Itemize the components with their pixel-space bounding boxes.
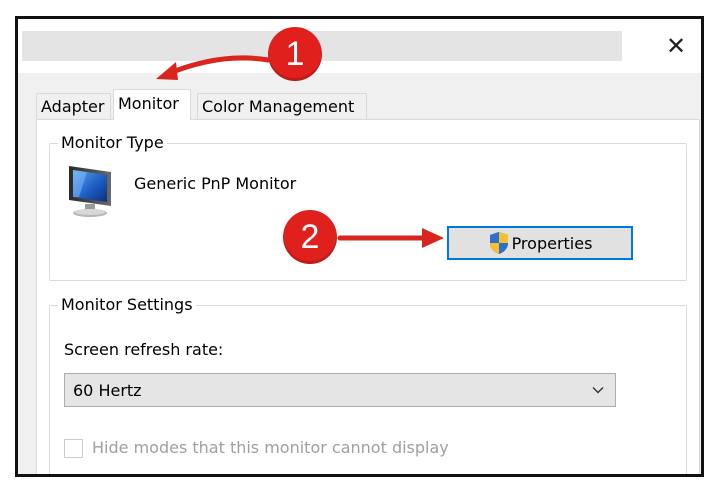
- annotation-arrow-1: [162, 55, 271, 78]
- annotation-arrowhead-2: [422, 228, 444, 248]
- annotation-badge-1: 1: [268, 27, 322, 81]
- annotation-arrows: [156, 55, 444, 248]
- annotation-badge-2: 2: [283, 210, 337, 264]
- annotation-arrowhead-1: [156, 62, 178, 80]
